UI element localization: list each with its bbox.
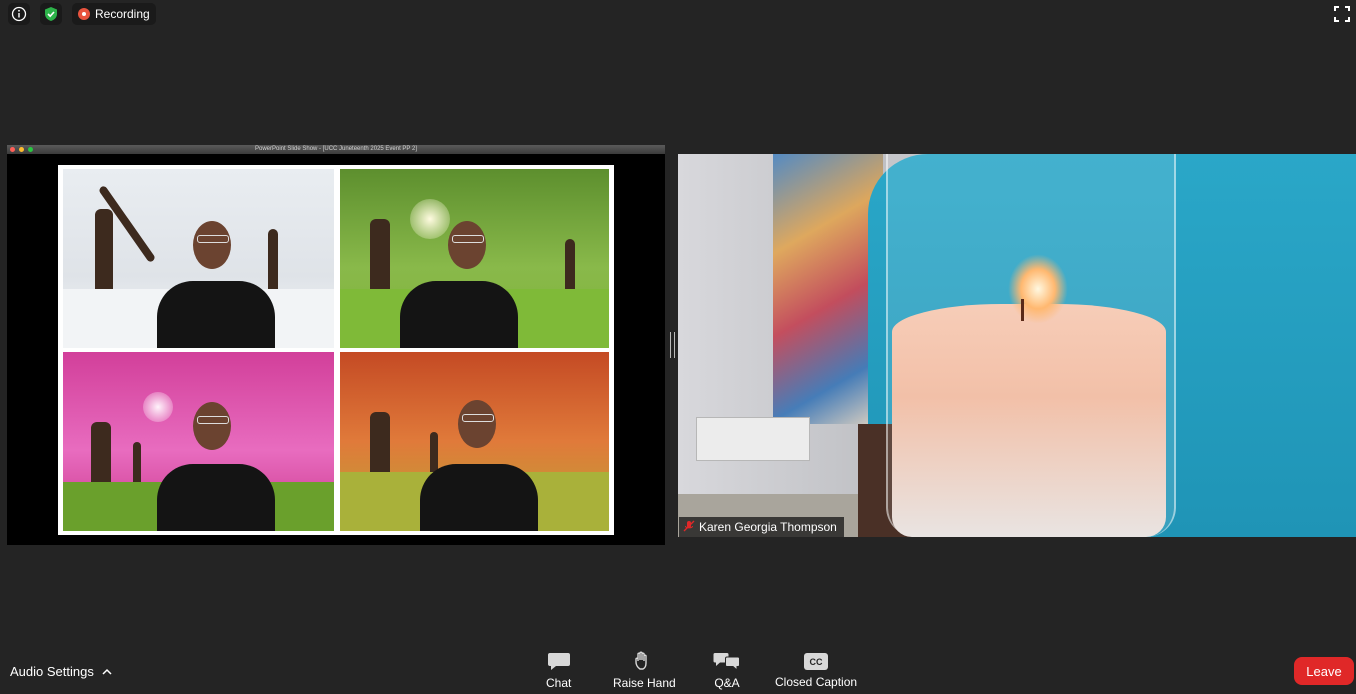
- closed-caption-label: Closed Caption: [775, 675, 858, 689]
- mic-muted-icon: [683, 520, 695, 535]
- minimize-dot-icon: [19, 147, 24, 152]
- top-bar: Recording: [0, 0, 1356, 28]
- shield-check-icon[interactable]: [40, 3, 62, 25]
- raise-hand-button[interactable]: Raise Hand: [613, 651, 676, 690]
- info-icon[interactable]: [8, 3, 30, 25]
- chat-button[interactable]: Chat: [546, 651, 571, 690]
- chat-label: Chat: [546, 676, 572, 690]
- autumn-tile-image: [340, 352, 609, 531]
- fullscreen-icon[interactable]: [1332, 4, 1352, 24]
- participant-video: [678, 154, 1356, 537]
- qa-button[interactable]: Q&A: [713, 651, 741, 690]
- maximize-dot-icon: [28, 147, 33, 152]
- close-dot-icon: [10, 147, 15, 152]
- audio-settings-label: Audio Settings: [10, 664, 94, 679]
- audio-settings-button[interactable]: Audio Settings: [10, 664, 112, 679]
- closed-caption-icon: CC: [804, 653, 829, 670]
- chat-icon: [547, 653, 570, 670]
- cc-icon-text: CC: [809, 656, 823, 667]
- shared-screen: PowerPoint Slide Show - [UCC Juneteenth …: [7, 145, 665, 545]
- recording-icon: [78, 8, 90, 20]
- raise-hand-icon: [635, 651, 648, 670]
- shared-window-titlebar: PowerPoint Slide Show - [UCC Juneteenth …: [7, 145, 665, 154]
- participant-name: Karen Georgia Thompson: [699, 520, 837, 534]
- pink-blossom-tile-image: [63, 352, 334, 531]
- recording-label: Recording: [95, 7, 150, 21]
- closed-caption-button[interactable]: CC Closed Caption: [775, 651, 857, 689]
- green-tile-image: [340, 169, 609, 348]
- shared-window-title: PowerPoint Slide Show - [UCC Juneteenth …: [255, 146, 417, 152]
- chevron-up-icon[interactable]: [102, 664, 112, 679]
- leave-label: Leave: [1306, 663, 1342, 679]
- winter-tile-image: [63, 169, 334, 348]
- participant-name-tag: Karen Georgia Thompson: [679, 517, 844, 537]
- meeting-toolbar: Audio Settings Chat Raise Hand Q&A CC Cl…: [0, 645, 1356, 694]
- slide-collage: [58, 165, 614, 535]
- qa-icon: [713, 653, 740, 671]
- qa-label: Q&A: [714, 676, 740, 690]
- leave-button[interactable]: Leave: [1294, 657, 1354, 685]
- split-view-divider-handle[interactable]: [670, 332, 675, 358]
- recording-indicator[interactable]: Recording: [72, 3, 156, 25]
- raise-hand-label: Raise Hand: [613, 676, 676, 690]
